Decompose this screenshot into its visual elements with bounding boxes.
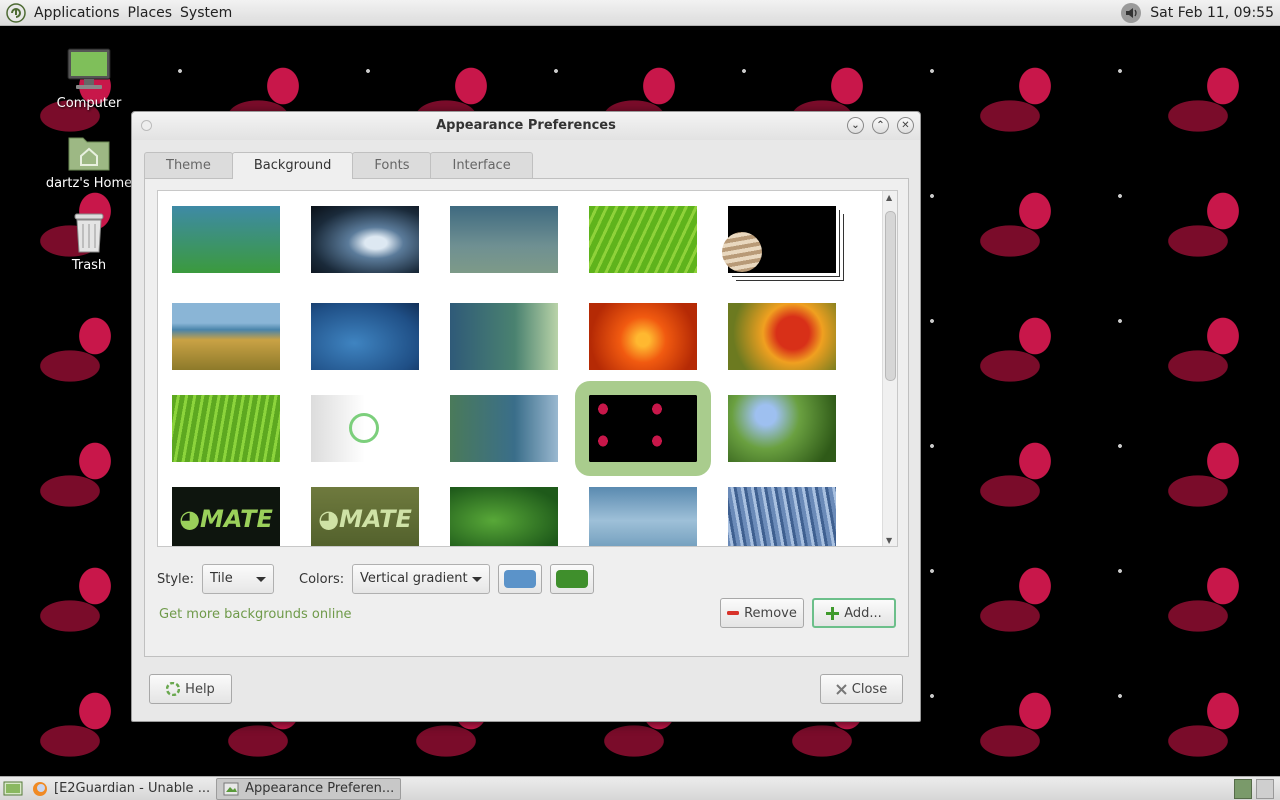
secondary-color-button[interactable] — [550, 564, 594, 594]
menu-system[interactable]: System — [176, 0, 236, 26]
remove-button[interactable]: Remove — [720, 598, 804, 628]
bottom-taskbar: [E2Guardian - Unable ... Appearance Pref… — [0, 776, 1280, 800]
background-thumbnail[interactable] — [728, 487, 836, 546]
clock[interactable]: Sat Feb 11, 09:55 — [1150, 5, 1280, 21]
tab-interface[interactable]: Interface — [430, 152, 533, 178]
firefox-icon — [33, 781, 47, 796]
background-thumbnail[interactable]: ◕MATE — [172, 487, 280, 546]
background-thumbnail[interactable] — [172, 395, 280, 462]
mate-logo-icon[interactable] — [6, 2, 26, 23]
background-thumbnail[interactable]: ◕MATE — [311, 487, 419, 546]
add-button[interactable]: Add... — [812, 598, 896, 628]
background-thumbnail[interactable] — [589, 303, 697, 370]
close-button[interactable]: Close — [820, 674, 903, 704]
window-titlebar[interactable]: Appearance Preferences ⌄ ⌃ ✕ — [132, 112, 920, 140]
thumbnail-scrollbar[interactable]: ▲ ▼ — [882, 191, 897, 546]
window-title: Appearance Preferences — [436, 118, 616, 133]
background-thumbnail[interactable] — [172, 303, 280, 370]
menu-places[interactable]: Places — [124, 0, 177, 26]
secondary-color-swatch — [556, 570, 588, 588]
preferences-notebook: Theme Background Fonts Interface ◕MATE ◕… — [144, 152, 909, 657]
remove-button-label: Remove — [744, 605, 797, 621]
close-window-button[interactable]: ✕ — [897, 117, 914, 134]
background-thumbnail[interactable] — [722, 206, 836, 273]
colors-label: Colors: — [299, 572, 345, 587]
background-thumbnail-grid[interactable]: ◕MATE ◕MATE ▲ ▼ — [157, 190, 898, 547]
scroll-down-arrow-icon[interactable]: ▼ — [886, 536, 892, 545]
add-icon — [826, 606, 840, 620]
background-thumbnail[interactable] — [172, 206, 280, 273]
style-combo-value: Tile — [210, 571, 233, 586]
background-thumbnail[interactable] — [589, 487, 697, 546]
window-menu-icon[interactable] — [141, 120, 152, 131]
style-label: Style: — [157, 572, 195, 587]
volume-icon[interactable] — [1120, 2, 1142, 24]
maximize-button[interactable]: ⌃ — [872, 117, 889, 134]
workspace-1[interactable] — [1234, 778, 1252, 799]
background-thumbnail[interactable] — [311, 303, 419, 370]
background-thumbnail[interactable] — [450, 487, 558, 546]
colors-combo-value: Vertical gradient — [360, 571, 468, 586]
background-thumbnail[interactable] — [728, 303, 836, 370]
help-button-label: Help — [185, 681, 215, 697]
chevron-down-icon — [256, 577, 266, 582]
tab-fonts[interactable]: Fonts — [352, 152, 432, 178]
background-thumbnail[interactable] — [450, 206, 558, 273]
background-thumbnail-selected[interactable] — [575, 381, 711, 476]
close-button-label: Close — [851, 681, 888, 697]
background-tab-page: ◕MATE ◕MATE ▲ ▼ Style: Tile Colors: Vert… — [144, 178, 909, 657]
taskbar-item-label: [E2Guardian - Unable ... — [54, 780, 211, 796]
add-button-label: Add... — [844, 605, 882, 621]
style-combo[interactable]: Tile — [202, 564, 274, 594]
workspace-switcher[interactable] — [1234, 778, 1280, 799]
computer-icon — [67, 48, 111, 89]
appearance-preferences-window: Appearance Preferences ⌄ ⌃ ✕ Theme Backg… — [131, 111, 921, 722]
taskbar-item-browser[interactable]: [E2Guardian - Unable ... — [26, 778, 216, 800]
show-desktop-icon — [3, 781, 23, 795]
background-thumbnail[interactable] — [311, 206, 419, 273]
close-icon — [836, 683, 847, 695]
desktop-icon-label: Computer — [56, 96, 122, 111]
background-thumbnail[interactable] — [311, 395, 419, 462]
more-backgrounds-link[interactable]: Get more backgrounds online — [159, 607, 352, 622]
primary-color-button[interactable] — [498, 564, 542, 594]
scrollbar-thumb[interactable] — [885, 211, 896, 381]
background-thumbnail[interactable] — [450, 395, 558, 462]
show-desktop-button[interactable] — [0, 778, 26, 800]
trash-icon — [74, 213, 104, 253]
top-panel: Applications Places System Sat Feb 11, 0… — [0, 0, 1280, 26]
desktop-icon-trash[interactable]: Trash — [44, 210, 134, 273]
help-button[interactable]: Help — [149, 674, 232, 704]
minimize-button[interactable]: ⌄ — [847, 117, 864, 134]
tab-theme[interactable]: Theme — [144, 152, 233, 178]
tab-background[interactable]: Background — [231, 152, 354, 179]
background-thumbnail[interactable] — [728, 395, 836, 462]
scroll-up-arrow-icon[interactable]: ▲ — [886, 193, 892, 202]
background-thumbnail[interactable] — [589, 206, 697, 273]
desktop-icon-label: dartz's Home — [45, 176, 133, 191]
desktop-icon-computer[interactable]: Computer — [44, 46, 134, 111]
help-icon — [166, 682, 181, 696]
desktop-icon-label: Trash — [71, 258, 107, 273]
chevron-down-icon — [472, 577, 482, 582]
tab-bar: Theme Background Fonts Interface — [144, 152, 533, 179]
workspace-2[interactable] — [1256, 778, 1274, 799]
appearance-icon — [223, 782, 239, 795]
background-thumbnail[interactable] — [450, 303, 558, 370]
taskbar-item-label: Appearance Preferen... — [245, 780, 395, 796]
colors-combo[interactable]: Vertical gradient — [352, 564, 490, 594]
primary-color-swatch — [504, 570, 536, 588]
remove-icon — [727, 611, 740, 615]
taskbar-item-appearance[interactable]: Appearance Preferen... — [216, 777, 402, 800]
desktop-icon-home[interactable]: dartz's Home — [44, 130, 134, 191]
menu-applications[interactable]: Applications — [30, 0, 124, 26]
home-folder-icon — [68, 137, 110, 171]
